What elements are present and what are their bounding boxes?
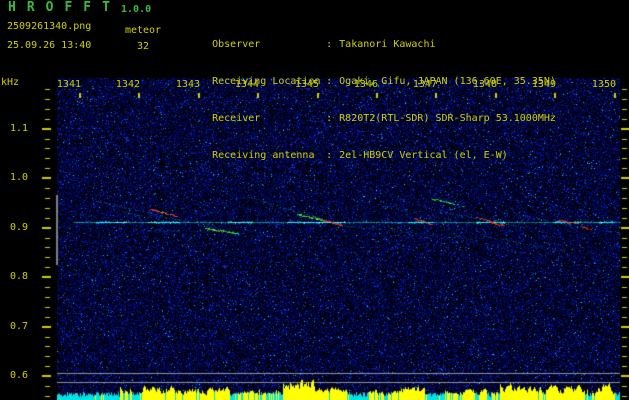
x-axis-tick-label: 1346 bbox=[353, 79, 378, 90]
meteor-echo-count: 32 bbox=[136, 41, 150, 52]
observation-datetime: 25.09.26 13:40 bbox=[7, 40, 92, 51]
x-axis-tick-label: 1345 bbox=[294, 79, 319, 90]
info-row-antenna: Receiving antenna:2el-HB9CV Vertical (el… bbox=[176, 138, 556, 161]
antenna-value: 2el-HB9CV Vertical (el. E-W) bbox=[339, 150, 508, 161]
output-filename: 2509261340.png bbox=[7, 21, 92, 32]
receiver-label: Receiver bbox=[212, 113, 261, 124]
x-axis-tick-label: 1342 bbox=[115, 79, 140, 90]
y-axis-tick-label: 0.6 bbox=[10, 370, 29, 381]
info-row-observer: Observer: Takanori Kawachi bbox=[176, 27, 556, 50]
hrofft-screen: HROFFT 1.0.0 2509261340.png meteor 25.09… bbox=[0, 0, 629, 400]
y-axis-tick-label: 0.7 bbox=[10, 321, 29, 332]
receiver-value: R820T2(RTL-SDR) SDR-Sharp 53.1000MHz bbox=[339, 113, 556, 124]
observation-mode: meteor bbox=[124, 25, 162, 36]
y-axis-tick-label: 0.9 bbox=[10, 222, 29, 233]
x-axis-tick-label: 1343 bbox=[175, 79, 200, 90]
x-axis-tick-label: 1350 bbox=[591, 79, 616, 90]
app-title: HROFFT bbox=[8, 0, 121, 15]
x-axis-tick-label: 1344 bbox=[234, 79, 259, 90]
x-axis-tick-label: 1341 bbox=[56, 79, 81, 90]
info-row-receiver: Receiver: R820T2(RTL-SDR) SDR-Sharp 53.10… bbox=[176, 101, 556, 124]
y-axis-tick-label: 1.0 bbox=[10, 172, 29, 183]
x-axis-tick-label: 1349 bbox=[531, 79, 556, 90]
y-axis-tick-label: 1.1 bbox=[10, 123, 29, 134]
separator: : bbox=[326, 113, 333, 124]
antenna-label: Receiving antenna bbox=[212, 150, 315, 161]
info-row-location: Receiving Location: Ogaki, Gifu, JAPAN (1… bbox=[176, 64, 556, 87]
y-axis-unit-label: kHz bbox=[1, 77, 20, 88]
separator: : bbox=[326, 150, 333, 161]
app-version: 1.0.0 bbox=[121, 4, 152, 15]
observer-label: Observer bbox=[212, 39, 261, 50]
x-axis-tick-label: 1348 bbox=[472, 79, 497, 90]
y-axis-tick-label: 0.8 bbox=[10, 271, 29, 282]
x-axis-tick-label: 1347 bbox=[412, 79, 437, 90]
observer-value: Takanori Kawachi bbox=[339, 39, 436, 50]
separator: : bbox=[326, 39, 333, 50]
